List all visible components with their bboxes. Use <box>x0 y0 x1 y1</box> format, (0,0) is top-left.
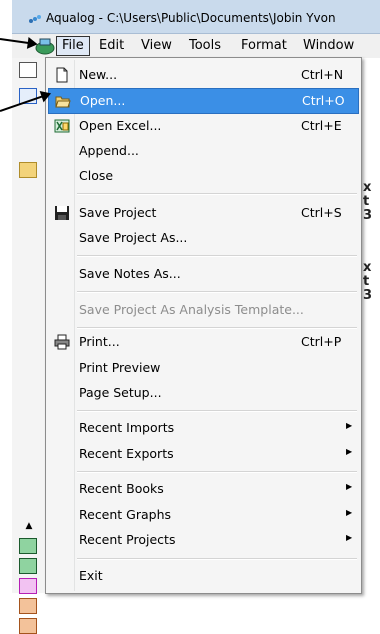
menu-separator <box>77 471 357 473</box>
menu-separator <box>77 255 357 257</box>
window-title: Aqualog - C:\Users\Public\Documents\Jobi… <box>46 11 336 25</box>
menu-item-print-preview[interactable]: Print Preview <box>48 356 359 380</box>
menu-view[interactable]: View <box>136 37 177 55</box>
menu-item-save-project-as[interactable]: Save Project As... <box>48 226 359 250</box>
menu-item-exit[interactable]: Exit <box>48 564 359 588</box>
menu-item-page-setup[interactable]: Page Setup... <box>48 381 359 405</box>
menu-separator <box>77 291 357 293</box>
printer-icon <box>54 334 70 350</box>
menu-window[interactable]: Window <box>298 37 359 55</box>
menu-separator <box>77 193 357 195</box>
menu-bar: File Edit View Tools Format Window <box>12 34 380 59</box>
floppy-disk-icon <box>55 206 69 220</box>
workbook-icon[interactable] <box>19 618 37 634</box>
menu-file[interactable]: File <box>56 36 90 56</box>
file-menu-dropdown: New... Ctrl+N Open... Ctrl+O Open Excel.… <box>45 57 362 594</box>
menu-item-recent-books[interactable]: Recent Books ▶ <box>48 477 359 501</box>
excel-icon <box>54 119 70 133</box>
menu-item-append[interactable]: Append... <box>48 139 359 163</box>
menu-item-new[interactable]: New... Ctrl+N <box>48 63 359 87</box>
menu-format[interactable]: Format <box>236 37 292 55</box>
submenu-arrow-icon: ▶ <box>346 447 353 456</box>
graph-icon[interactable] <box>19 578 37 594</box>
window-titlebar: Aqualog - C:\Users\Public\Documents\Jobi… <box>12 0 380 34</box>
menu-separator <box>77 558 357 560</box>
new-document-icon <box>56 67 68 83</box>
menu-item-print[interactable]: Print... Ctrl+P <box>48 330 359 354</box>
submenu-arrow-icon: ▶ <box>346 508 353 517</box>
menu-item-save-notes-as[interactable]: Save Notes As... <box>48 262 359 286</box>
graph-icon[interactable] <box>19 538 37 554</box>
scroll-up-arrow[interactable]: ▲ <box>16 521 42 533</box>
folder-icon[interactable] <box>19 162 37 178</box>
menu-item-close[interactable]: Close <box>48 164 359 188</box>
menu-separator <box>77 410 357 412</box>
submenu-arrow-icon: ▶ <box>346 482 353 491</box>
app-icon <box>29 15 41 23</box>
menu-item-recent-graphs[interactable]: Recent Graphs ▶ <box>48 503 359 527</box>
menu-edit[interactable]: Edit <box>94 37 129 55</box>
menu-item-open[interactable]: Open... Ctrl+O <box>48 88 359 114</box>
menu-item-recent-exports[interactable]: Recent Exports ▶ <box>48 442 359 466</box>
menu-separator <box>77 327 357 329</box>
menu-item-recent-projects[interactable]: Recent Projects ▶ <box>48 528 359 552</box>
menu-item-save-as-analysis-template: Save Project As Analysis Template... <box>79 302 304 317</box>
graph-icon[interactable] <box>19 558 37 574</box>
menu-item-save-project[interactable]: Save Project Ctrl+S <box>48 201 359 225</box>
project-explorer-pane: ▲ <box>12 58 47 634</box>
workbook-icon[interactable] <box>19 598 37 614</box>
open-folder-icon <box>55 96 71 108</box>
submenu-arrow-icon: ▶ <box>346 421 353 430</box>
submenu-arrow-icon: ▶ <box>346 533 353 542</box>
menu-item-recent-imports[interactable]: Recent Imports ▶ <box>48 416 359 440</box>
document-icon <box>19 62 37 78</box>
menu-tools[interactable]: Tools <box>184 37 226 55</box>
menu-item-open-excel[interactable]: Open Excel... Ctrl+E <box>48 114 359 138</box>
background-content-strip: x t 3 x t 3 <box>362 58 380 593</box>
